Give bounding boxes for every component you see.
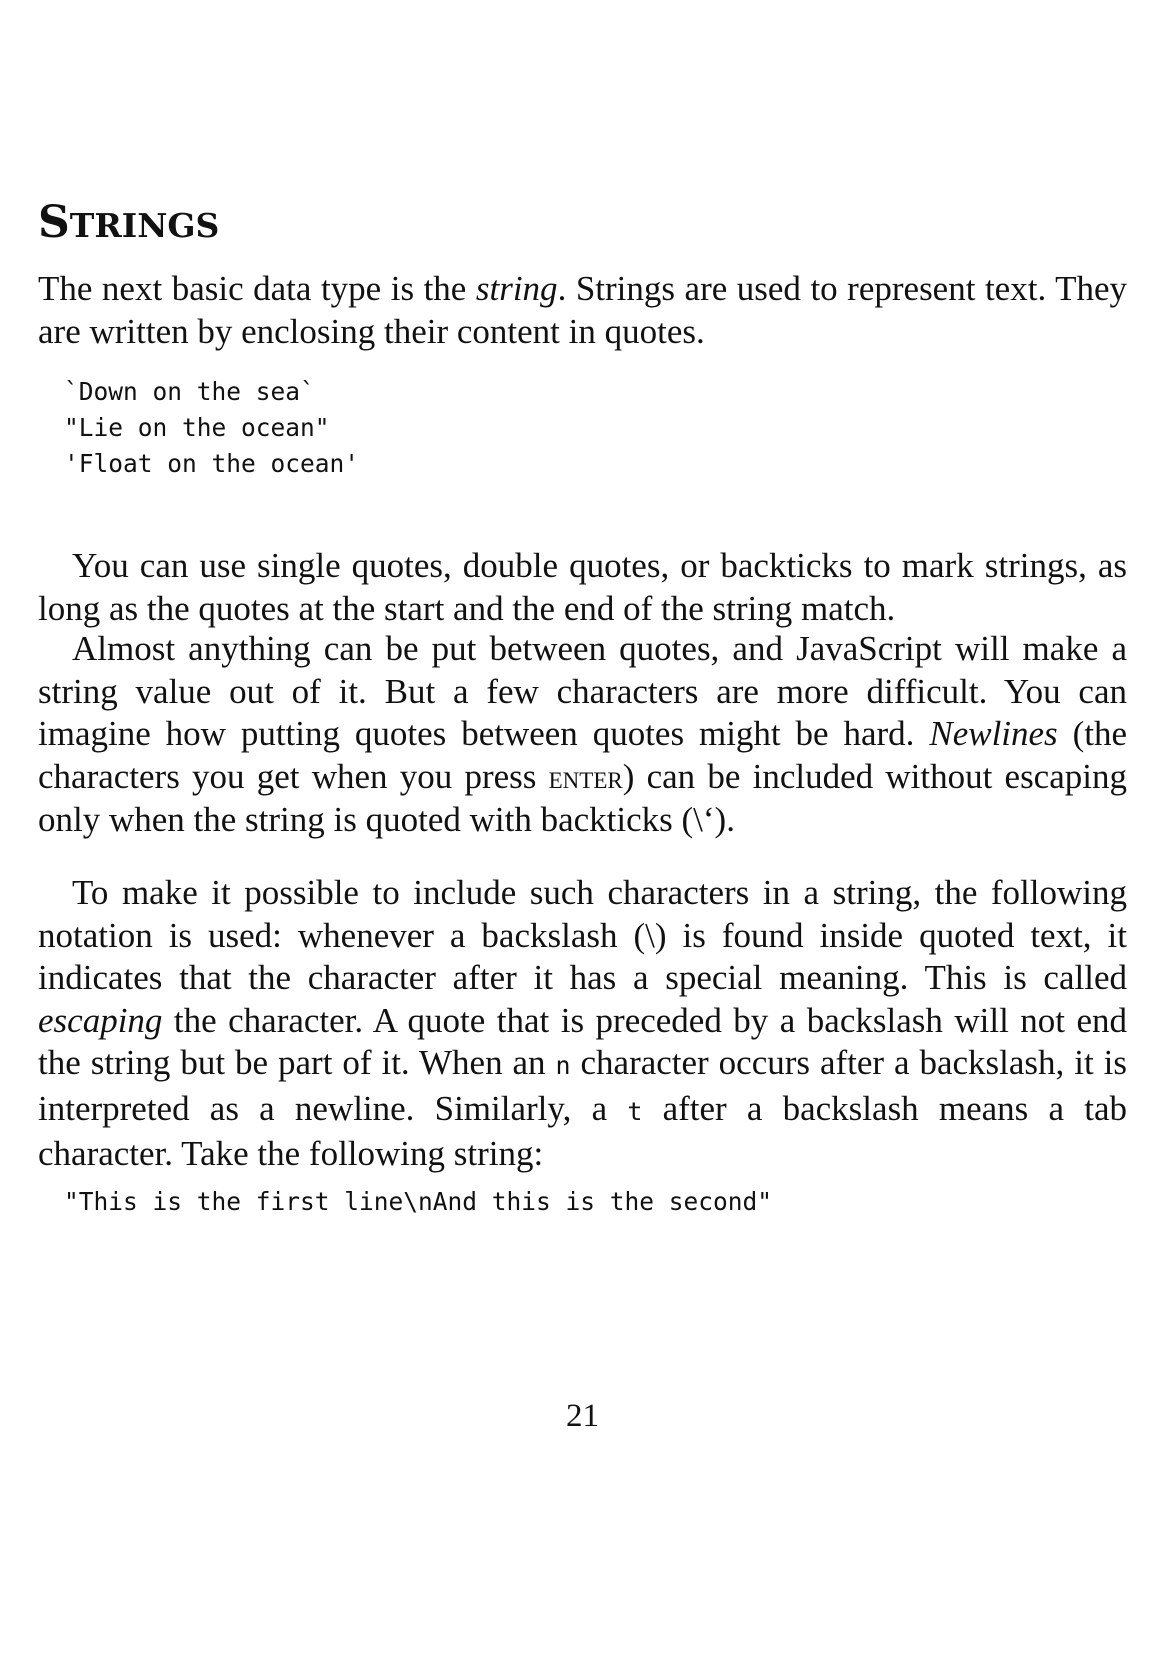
paragraph-escaping-text-1: To make it possible to include such char… — [38, 873, 1127, 997]
page-number: 21 — [566, 1398, 599, 1434]
document-page: STRINGS The next basic data type is the … — [0, 0, 1165, 1654]
code-block-newline-example: "This is the first line\nAnd this is the… — [64, 1184, 772, 1220]
code-line: "Lie on the ocean" — [64, 413, 330, 442]
code-line: "This is the first line\nAnd this is the… — [64, 1187, 773, 1216]
paragraph-newlines: Almost anything can be put between quote… — [38, 628, 1127, 842]
section-heading: STRINGS — [38, 198, 219, 251]
paragraph-quote-types-text: You can use single quotes, double quotes… — [38, 546, 1127, 628]
heading-rest: TRINGS — [69, 206, 220, 245]
code-block-quotes: `Down on the sea` "Lie on the ocean" 'Fl… — [64, 374, 359, 482]
paragraph-intro-text-1: The next basic data type is the — [38, 269, 476, 308]
code-line: `Down on the sea` — [64, 377, 315, 406]
enter-key-label: ENTER — [548, 759, 623, 796]
paragraph-quote-types: You can use single quotes, double quotes… — [38, 545, 1127, 630]
paragraph-escaping-emphasis: escaping — [38, 1000, 163, 1040]
inline-code-n: n — [555, 1051, 571, 1080]
heading-initial: S — [38, 197, 70, 248]
inline-code-t: t — [627, 1096, 643, 1126]
paragraph-intro: The next basic data type is the string. … — [38, 268, 1127, 353]
paragraph-escaping: To make it possible to include such char… — [38, 872, 1127, 1176]
paragraph-intro-emphasis: string — [475, 269, 558, 308]
code-line: 'Float on the ocean' — [64, 449, 360, 478]
paragraph-newlines-emphasis: Newlines — [929, 714, 1058, 753]
